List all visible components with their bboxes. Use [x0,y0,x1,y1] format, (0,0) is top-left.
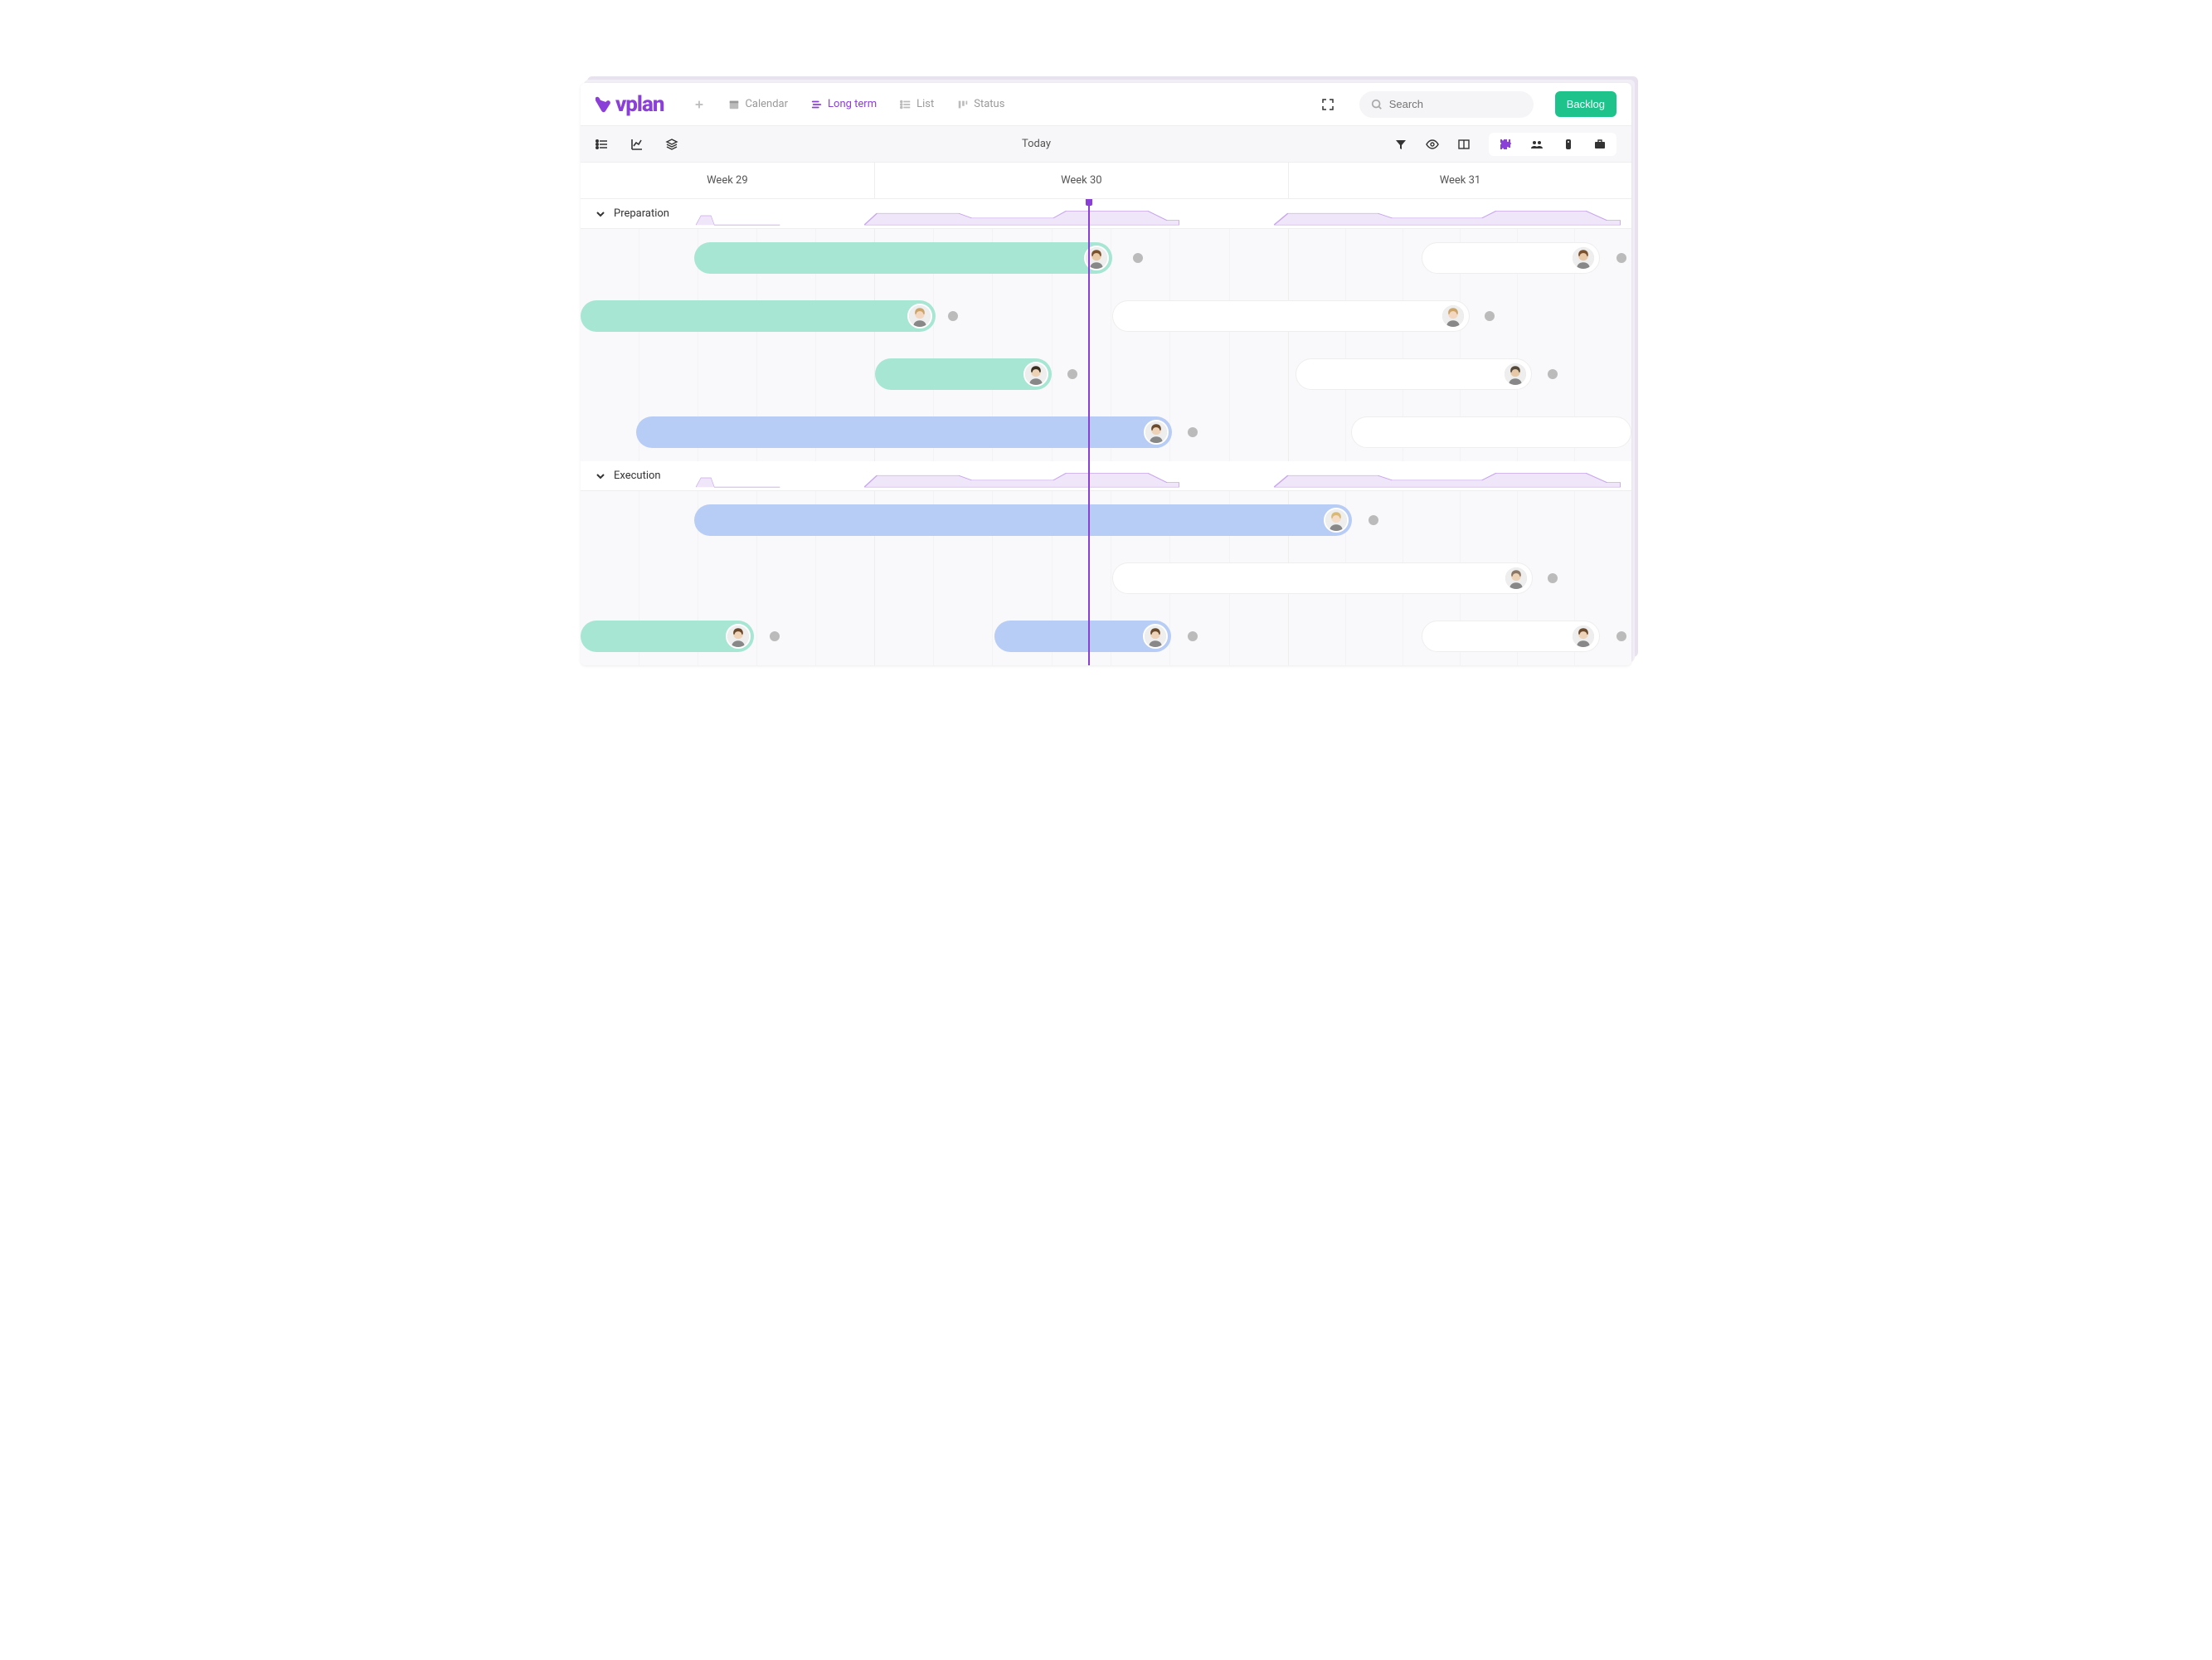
add-view-button[interactable] [685,94,713,115]
team-button[interactable] [1530,138,1544,151]
week-header: Week 29 Week 30 Week 31 [581,163,1631,199]
task-bar[interactable] [875,358,1052,390]
timeline-row [581,229,1631,287]
section-title: Preparation [614,207,669,220]
nav-status[interactable]: Status [949,93,1013,115]
status-dot [1616,631,1626,641]
filter-button[interactable] [1394,138,1407,151]
nav-status-label: Status [974,98,1004,110]
avatar [1143,624,1168,649]
status-dot [1369,515,1378,525]
status-dot [1548,573,1558,583]
section-header[interactable]: Preparation [581,199,1631,229]
nav: Calendar Long term List Status [685,93,1013,115]
avatar [1023,362,1048,387]
timeline-row [581,287,1631,345]
status-dot [1067,369,1077,379]
resources-button[interactable] [1562,138,1575,151]
avatar [1571,624,1596,649]
status-dot [1188,427,1198,437]
longterm-icon [811,99,823,110]
task-bar[interactable] [1296,358,1532,390]
logo: vplan [596,92,664,117]
plus-icon [693,99,705,110]
topbar: vplan Calendar Long term List [581,83,1631,126]
task-bar[interactable] [1422,621,1600,652]
task-bar[interactable] [1351,416,1631,448]
today-marker [1088,199,1090,665]
chevron-down-icon [596,209,605,219]
avatar [1503,362,1528,387]
section: Execution [581,461,1631,665]
logo-check-icon [596,94,617,115]
columns-button[interactable] [1457,138,1471,151]
week-col: Week 31 [1289,163,1631,198]
chart-button[interactable] [630,138,644,151]
timeline[interactable]: Preparation Execution [581,199,1631,665]
fullscreen-button[interactable] [1321,98,1334,111]
status-dot [1616,253,1626,263]
task-bar[interactable] [694,242,1112,274]
status-icon [957,99,969,110]
task-bar[interactable] [636,416,1172,448]
nav-longterm[interactable]: Long term [803,93,885,115]
nav-calendar-label: Calendar [745,98,788,110]
avatar [1571,246,1596,270]
timeline-row [581,403,1631,461]
avatar [1504,566,1529,591]
task-bar[interactable] [694,504,1352,536]
section-title: Execution [614,470,661,482]
task-bar[interactable] [1112,562,1533,594]
timeline-row [581,491,1631,549]
avatar [1144,420,1169,445]
list-icon [900,99,912,110]
week-col: Week 30 [875,163,1289,198]
backlog-button[interactable]: Backlog [1555,91,1616,117]
puzzle-button[interactable] [1499,138,1512,151]
timeline-row [581,607,1631,665]
section: Preparation [581,199,1631,461]
task-bar[interactable] [1422,242,1600,274]
status-dot [1133,253,1143,263]
avatar [907,304,932,329]
chevron-down-icon [596,471,605,481]
status-dot [1548,369,1558,379]
task-bar[interactable] [581,621,754,652]
briefcase-button[interactable] [1593,138,1607,151]
task-bar[interactable] [581,300,936,332]
search-input[interactable] [1389,98,1535,110]
timeline-row [581,345,1631,403]
status-dot [948,311,958,321]
nav-longterm-label: Long term [828,98,877,110]
task-bar[interactable] [1112,300,1470,332]
toolbar: Today [581,126,1631,163]
calendar-icon [728,99,740,110]
search-box[interactable] [1359,91,1534,118]
section-rows [581,491,1631,665]
logo-text: vplan [615,92,664,117]
section-rows [581,229,1631,461]
outline-list-button[interactable] [596,138,609,151]
app-window: vplan Calendar Long term List [581,83,1631,665]
task-bar[interactable] [994,621,1171,652]
timeline-row [581,549,1631,607]
avatar [1441,304,1466,329]
search-icon [1371,99,1383,110]
avatar [726,624,751,649]
nav-list-label: List [916,98,934,110]
avatar [1324,508,1349,533]
status-dot [1188,631,1198,641]
nav-calendar[interactable]: Calendar [720,93,796,115]
section-header[interactable]: Execution [581,461,1631,491]
layers-button[interactable] [665,138,678,151]
week-col: Week 29 [581,163,875,198]
status-dot [1485,311,1495,321]
status-dot [770,631,780,641]
today-label[interactable]: Today [678,138,1394,150]
nav-list[interactable]: List [892,93,942,115]
visibility-button[interactable] [1426,138,1439,151]
